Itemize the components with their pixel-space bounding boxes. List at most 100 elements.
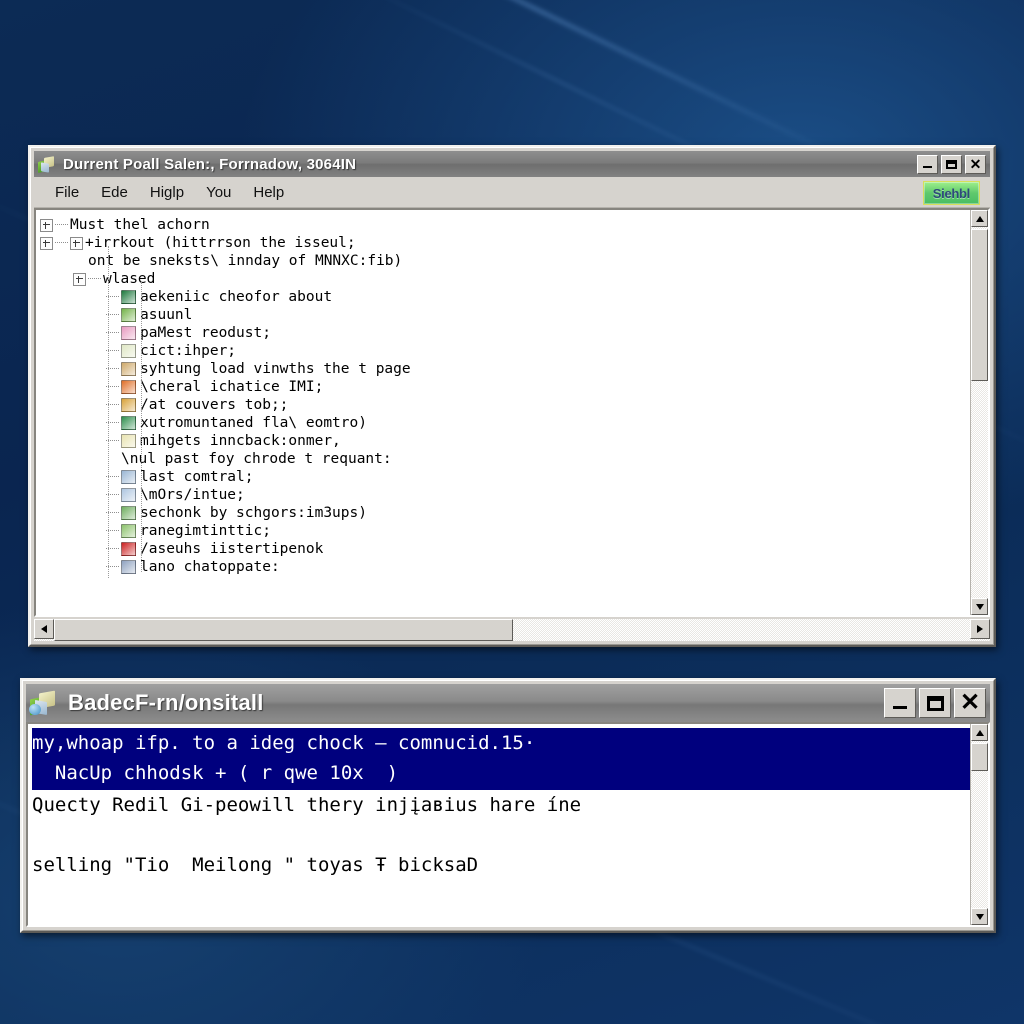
tree-item[interactable]: \cheral ichatice IMI; (40, 378, 970, 396)
menu-item-higlp[interactable]: Higlp (139, 181, 195, 204)
tree-item-icon (121, 362, 136, 376)
window1-vertical-scrollbar[interactable] (970, 210, 988, 615)
vertical-scroll-thumb[interactable] (971, 743, 988, 771)
window2-title: BadecF-rn/onsitall (68, 690, 264, 715)
tree-item-icon (121, 488, 136, 502)
menu-item-help[interactable]: Help (242, 181, 295, 204)
tree-item[interactable]: wlased (40, 270, 970, 288)
tree-item[interactable]: \nul past foy chrode t requant: (40, 450, 970, 468)
text-line: NacUp chhodsk + ( r qwe 10x ) (32, 762, 399, 784)
window1-titlebar[interactable]: Durrent Poall Salen:, Forrnadow, 3064IN … (34, 151, 990, 177)
tree-item[interactable]: /aseuhs iistertipenok (40, 540, 970, 558)
window1-controls[interactable]: ✕ (917, 154, 988, 174)
text-line: selling "Tio Meilong " toyas Ŧ bicksaD (32, 854, 479, 876)
scroll-up-arrow (975, 215, 984, 222)
window2-titlebar[interactable]: BadecF-rn/onsitall ✕ (26, 684, 990, 722)
minimize-button[interactable] (917, 154, 938, 174)
tree-item-label: xutromuntaned fla\ eomtro) (140, 415, 367, 431)
scroll-down-button[interactable] (971, 908, 988, 925)
scroll-down-arrow (975, 603, 984, 610)
treeview[interactable]: Must thel achorn +irrkout (hittrrson the … (36, 210, 970, 615)
tree-item-label: last comtral; (140, 469, 254, 485)
close-icon: ✕ (959, 689, 981, 716)
tree-expand-toggle[interactable] (70, 236, 83, 250)
scroll-up-button[interactable] (971, 210, 988, 227)
tree-item-label: /aseuhs iistertipenok (140, 541, 324, 557)
menu-item-you[interactable]: You (195, 181, 242, 204)
text-line-blank (32, 820, 970, 850)
tree-item-label: \cheral ichatice IMI; (140, 379, 324, 395)
tree-expand-toggle[interactable] (40, 236, 53, 250)
tree-expand-toggle[interactable] (73, 272, 86, 286)
tree-item-label: aekeniic cheofor about (140, 289, 333, 305)
tree-item-label: cict:ihper; (140, 343, 237, 359)
window1-horizontal-scrollbar[interactable] (34, 619, 990, 641)
window2-controls[interactable]: ✕ (884, 688, 988, 718)
tree-connector (55, 224, 68, 226)
tree-item-label: sechonk by schgors:im3ups) (140, 505, 367, 521)
scroll-left-button[interactable] (34, 619, 54, 639)
app-window-icon (38, 155, 56, 173)
minimize-icon (893, 706, 907, 709)
tree-item[interactable]: cict:ihper; (40, 342, 970, 360)
tree-item[interactable]: ranegimtinttic; (40, 522, 970, 540)
tree-item-label: Must thel achorn (70, 217, 210, 233)
vertical-scroll-thumb[interactable] (971, 229, 988, 381)
tree-item-icon (121, 290, 136, 304)
tree-item[interactable]: /at couvers tob;; (40, 396, 970, 414)
scroll-right-button[interactable] (970, 619, 990, 639)
text-content-area[interactable]: my,whoap ifp. to a ideg chock — comnucid… (28, 724, 970, 925)
tree-item[interactable]: \mOrs/intue; (40, 486, 970, 504)
menu-item-edit[interactable]: Ede (90, 181, 139, 204)
tree-item[interactable]: asuunl (40, 306, 970, 324)
tree-item-label: mihgets inncback:onmer, (140, 433, 341, 449)
tree-item-icon (121, 542, 136, 556)
tree-connector (55, 242, 68, 244)
minimize-button[interactable] (884, 688, 916, 718)
tree-item-label: \nul past foy chrode t requant: (121, 451, 392, 467)
tree-item[interactable]: xutromuntaned fla\ eomtro) (40, 414, 970, 432)
window2-vertical-scrollbar[interactable] (970, 724, 988, 925)
scroll-down-button[interactable] (971, 598, 988, 615)
maximize-button[interactable] (919, 688, 951, 718)
tree-item-label: /at couvers tob;; (140, 397, 289, 413)
maximize-icon (946, 159, 957, 169)
close-button[interactable]: ✕ (965, 154, 986, 174)
tree-item-icon (121, 560, 136, 574)
menu-item-file[interactable]: File (44, 181, 90, 204)
text-line: Quecty Redil Gi-peowill thery injįaʙius … (32, 794, 582, 816)
maximize-button[interactable] (941, 154, 962, 174)
scroll-up-arrow (975, 729, 984, 736)
tree-item[interactable]: sechonk by schgors:im3ups) (40, 504, 970, 522)
horizontal-scroll-thumb[interactable] (54, 619, 513, 641)
tree-expand-toggle[interactable] (40, 218, 53, 232)
tree-item-label: paMest reodust; (140, 325, 271, 341)
tree-item[interactable]: last comtral; (40, 468, 970, 486)
tree-window[interactable]: Durrent Poall Salen:, Forrnadow, 3064IN … (28, 145, 996, 647)
selected-text-block[interactable]: my,whoap ifp. to a ideg chock — comnucid… (32, 728, 970, 790)
tree-item[interactable]: ont be sneksts\ innday of MNNXC:fib) (40, 252, 970, 270)
window1-title: Durrent Poall Salen:, Forrnadow, 3064IN (63, 155, 357, 173)
tree-item-label: ont be sneksts\ innday of MNNXC:fib) (88, 253, 403, 269)
tree-item[interactable]: syhtung load vinwths the t page (40, 360, 970, 378)
tree-item-label: asuunl (140, 307, 193, 323)
tree-item[interactable]: Must thel achorn (40, 216, 970, 234)
tree-item[interactable]: paMest reodust; (40, 324, 970, 342)
scroll-up-button[interactable] (971, 724, 988, 741)
tree-item[interactable]: lano chatoppate: (40, 558, 970, 576)
close-button[interactable]: ✕ (954, 688, 986, 718)
tree-item-icon (121, 416, 136, 430)
tree-guide-line (108, 246, 109, 578)
scroll-left-arrow (41, 625, 47, 633)
tree-item[interactable]: +irrkout (hittrrson the isseul; (40, 234, 970, 252)
window1-menubar[interactable]: File Ede Higlp You Help Siehbl (34, 177, 990, 208)
tree-item-label: \mOrs/intue; (140, 487, 245, 503)
scroll-down-arrow (975, 913, 984, 920)
tree-item-label: +irrkout (hittrrson the isseul; (85, 235, 356, 251)
scroll-right-arrow (977, 625, 983, 633)
select-action-button[interactable]: Siehbl (922, 181, 980, 205)
minimize-icon (923, 166, 932, 168)
text-window[interactable]: BadecF-rn/onsitall ✕ my,whoap ifp. to a … (20, 678, 996, 933)
tree-item[interactable]: mihgets inncback:onmer, (40, 432, 970, 450)
tree-item[interactable]: aekeniic cheofor about (40, 288, 970, 306)
